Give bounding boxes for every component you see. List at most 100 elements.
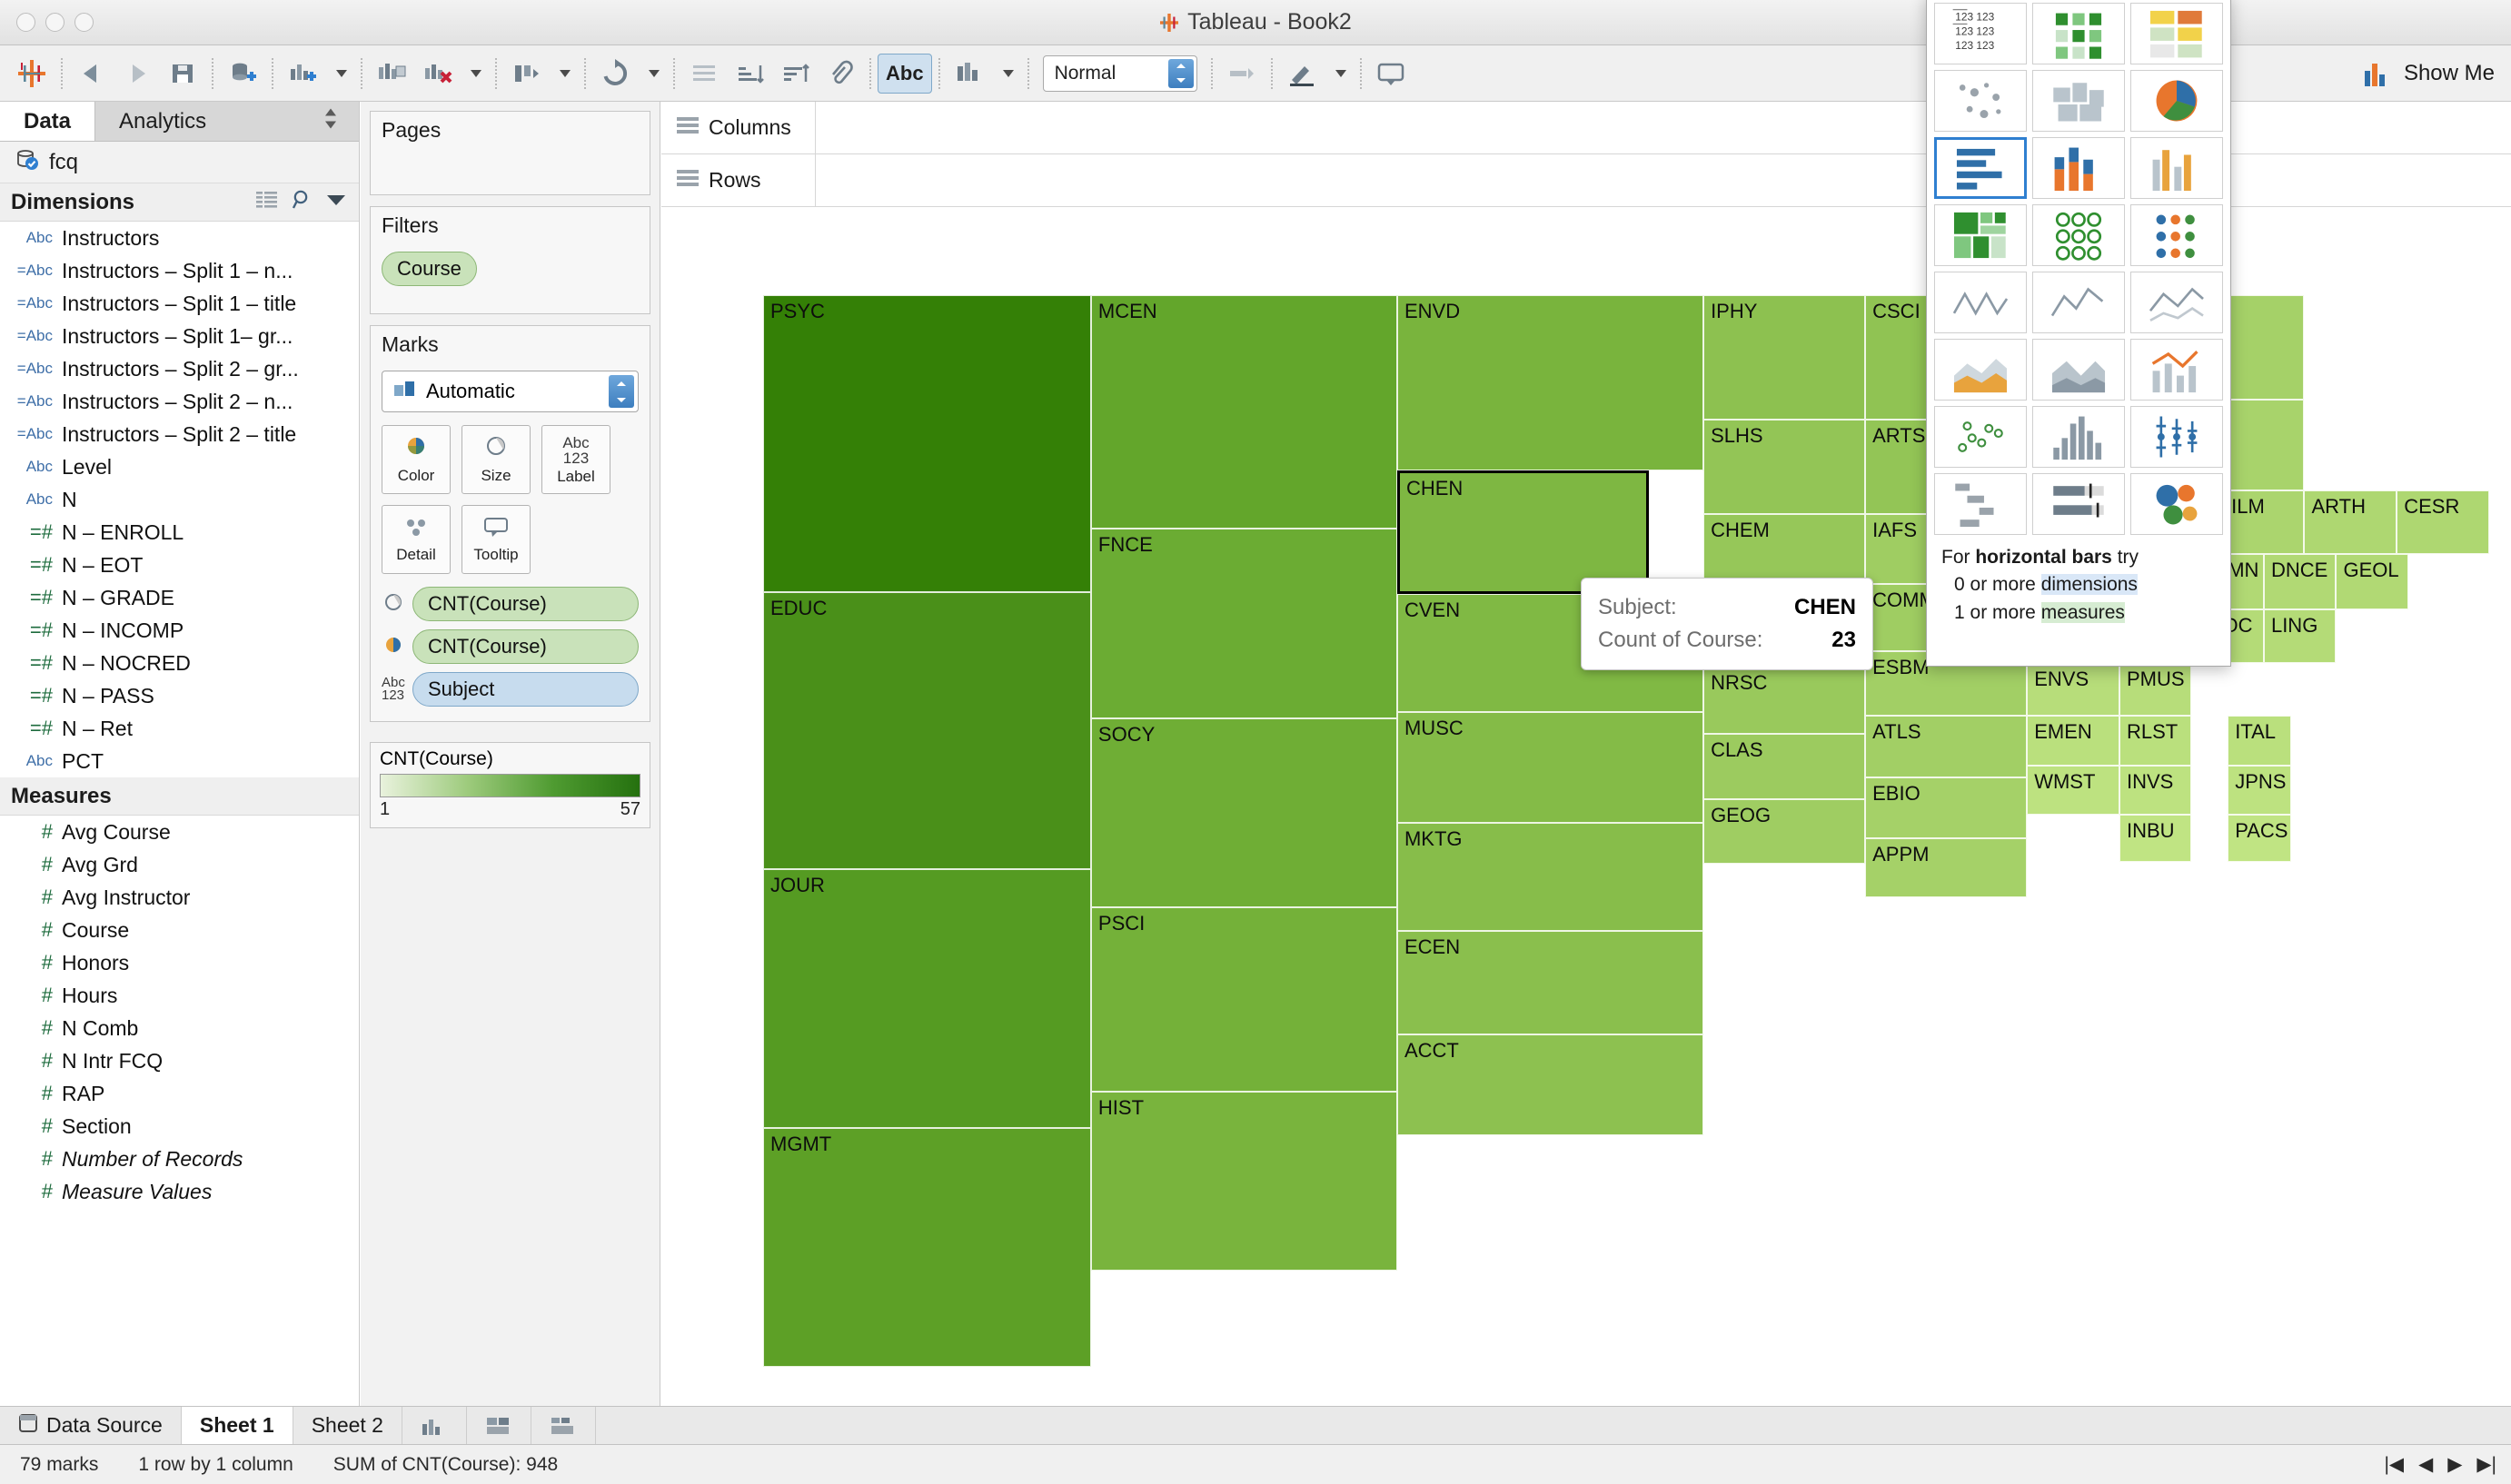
treemap-tile[interactable]: INBU xyxy=(2119,814,2192,862)
treemap-tile[interactable]: WMST xyxy=(2027,766,2119,815)
filters-shelf[interactable]: Course xyxy=(371,242,650,313)
treemap-tile[interactable]: MGMT xyxy=(763,1128,1091,1367)
measure-field-course[interactable]: # Course xyxy=(0,914,359,946)
show-me-side-by-side-circles-icon[interactable] xyxy=(2130,204,2223,266)
treemap-tile[interactable]: RLST xyxy=(2119,715,2192,767)
measure-field-honors[interactable]: # Honors xyxy=(0,946,359,979)
marks-pill-row[interactable]: CNT(Course) xyxy=(382,587,639,621)
measure-field-avg-grd[interactable]: # Avg Grd xyxy=(0,848,359,881)
treemap-tile[interactable]: ENVS xyxy=(2027,663,2119,716)
fit-stepper[interactable] xyxy=(1167,58,1194,88)
show-me-panel[interactable]: 123 123 123 123 123 123 For horizontal bar… xyxy=(1926,0,2231,667)
show-me-lines-continuous-icon[interactable] xyxy=(1934,272,2027,333)
measure-field-avg-instructor[interactable]: # Avg Instructor xyxy=(0,881,359,914)
show-me-treemap-icon[interactable] xyxy=(1934,204,2027,266)
treemap-tile[interactable]: INVS xyxy=(2119,766,2192,815)
show-me-stacked-bars-icon[interactable] xyxy=(2032,137,2125,199)
show-me-pie-chart-icon[interactable] xyxy=(2130,70,2223,132)
treemap-tile[interactable]: SOCY xyxy=(1090,718,1397,907)
treemap-tile[interactable]: FNCE xyxy=(1090,529,1397,719)
treemap-tile[interactable]: GEOG xyxy=(1703,799,1866,864)
marks-pill-size[interactable]: CNT(Course) xyxy=(412,587,639,621)
treemap-canvas[interactable]: PSYC EDUC JOUR MGMT MCEN FNCE SOCY PSCI HIST ENVD… xyxy=(661,208,2511,1406)
sheet-tab-sheet-1[interactable]: Sheet 1 xyxy=(181,1407,293,1444)
dimension-field-n-grade[interactable]: =# N – GRADE xyxy=(0,581,359,614)
marks-pill-color[interactable]: CNT(Course) xyxy=(412,629,639,664)
clear-sheet-icon[interactable] xyxy=(414,51,460,96)
treemap-tile[interactable]: LING xyxy=(2263,609,2337,664)
group-members-icon[interactable] xyxy=(681,51,727,96)
treemap-tile[interactable]: EBIO xyxy=(1865,777,2028,838)
treemap-tile[interactable]: NRSC xyxy=(1703,667,1866,735)
last-page-icon[interactable]: ▶| xyxy=(2476,1453,2496,1476)
treemap-tile[interactable]: ENVD xyxy=(1396,295,1704,470)
show-me-symbol-map-icon[interactable] xyxy=(1934,70,2027,132)
size-button[interactable]: Size xyxy=(462,425,531,494)
show-me-box-plot-icon[interactable] xyxy=(2130,406,2223,468)
dimension-field-level[interactable]: Abc Level xyxy=(0,450,359,483)
treemap-tile[interactable]: APPM xyxy=(1865,837,2028,897)
clear-sheet-dropdown-icon[interactable] xyxy=(460,51,489,96)
columns-shelf-dropzone[interactable] xyxy=(816,102,2511,153)
swap-rows-columns-icon[interactable] xyxy=(503,51,549,96)
search-icon[interactable] xyxy=(292,189,313,215)
show-me-horizontal-bars-icon[interactable] xyxy=(1934,137,2027,199)
show-me-histogram-icon[interactable] xyxy=(2032,406,2125,468)
treemap-tile[interactable]: GEOL xyxy=(2336,554,2408,610)
mark-type-dropdown[interactable]: Automatic xyxy=(382,371,639,412)
tab-analytics[interactable]: Analytics xyxy=(95,102,359,141)
new-worksheet-dropdown-icon[interactable] xyxy=(325,51,354,96)
rows-shelf-dropzone[interactable] xyxy=(816,154,2511,206)
treemap-tile[interactable]: MUSC xyxy=(1396,712,1704,824)
dimension-field-n-ret[interactable]: =# N – Ret xyxy=(0,712,359,745)
next-page-icon[interactable]: ▶ xyxy=(2447,1453,2462,1476)
show-me-heat-map-icon[interactable] xyxy=(2032,3,2125,64)
treemap-tile[interactable]: DNCE xyxy=(2263,554,2337,610)
swap-dropdown-icon[interactable] xyxy=(549,51,578,96)
treemap-tile[interactable]: SLHS xyxy=(1703,419,1866,514)
show-me-dual-lines-icon[interactable] xyxy=(2130,272,2223,333)
measures-list[interactable]: # Avg Course # Avg Grd # Avg Instructor # Cours… xyxy=(0,816,359,1208)
label-button[interactable]: Abc 123 Label xyxy=(541,425,610,494)
show-me-dual-combination-icon[interactable] xyxy=(2130,339,2223,401)
color-button[interactable]: Color xyxy=(382,425,451,494)
show-hide-cards-icon[interactable] xyxy=(947,51,992,96)
back-icon[interactable] xyxy=(69,51,114,96)
group-by-folder-icon[interactable] xyxy=(255,190,279,214)
fix-axes-icon[interactable] xyxy=(1219,51,1265,96)
show-me-bullet-graph-icon[interactable] xyxy=(2032,473,2125,535)
dimension-field-n-enroll[interactable]: =# N – ENROLL xyxy=(0,516,359,549)
dimension-field-instructors-split-1-gr[interactable]: =Abc Instructors – Split 1– gr... xyxy=(0,320,359,352)
fit-dropdown[interactable]: Normal xyxy=(1042,54,1197,92)
treemap-tile[interactable]: CESR xyxy=(2397,490,2489,555)
dimension-field-pct[interactable]: Abc PCT xyxy=(0,745,359,777)
tab-data[interactable]: Data xyxy=(0,102,96,141)
new-worksheet-tab-icon[interactable] xyxy=(402,1407,467,1444)
dimension-field-n[interactable]: Abc N xyxy=(0,483,359,516)
cards-dropdown-icon[interactable] xyxy=(992,51,1021,96)
show-me-lines-discrete-icon[interactable] xyxy=(2032,272,2125,333)
fit-selector[interactable]: Normal xyxy=(1036,51,1205,96)
measure-field-rap[interactable]: # RAP xyxy=(0,1077,359,1110)
tooltip-button[interactable]: Tooltip xyxy=(462,505,531,574)
refresh-dropdown-icon[interactable] xyxy=(638,51,667,96)
measure-field-hours[interactable]: # Hours xyxy=(0,979,359,1012)
show-me-area-discrete-icon[interactable] xyxy=(2032,339,2125,401)
save-icon[interactable] xyxy=(160,51,205,96)
duplicate-sheet-icon[interactable] xyxy=(369,51,414,96)
show-me-grid[interactable]: 123 123 123 123 123 123 xyxy=(1934,3,2223,535)
treemap-tile[interactable]: EMEN xyxy=(2027,715,2119,767)
presentation-mode-icon[interactable] xyxy=(1368,51,1414,96)
dimension-field-instructors-split-2-title[interactable]: =Abc Instructors – Split 2 – title xyxy=(0,418,359,450)
dimension-field-instructors-split-2-n[interactable]: =Abc Instructors – Split 2 – n... xyxy=(0,385,359,418)
show-me-packed-bubbles-icon[interactable] xyxy=(2130,473,2223,535)
prev-page-icon[interactable]: ◀ xyxy=(2418,1453,2433,1476)
measure-field-n-intr-fcq[interactable]: # N Intr FCQ xyxy=(0,1044,359,1077)
show-me-gantt-icon[interactable] xyxy=(1934,473,2027,535)
sheet-tab-sheet-2[interactable]: Sheet 2 xyxy=(293,1407,402,1444)
treemap-tile[interactable]: ECEN xyxy=(1396,930,1704,1035)
dimension-field-instructors-split-2-gr[interactable]: =Abc Instructors – Split 2 – gr... xyxy=(0,352,359,385)
dimension-field-instructors[interactable]: Abc Instructors xyxy=(0,222,359,254)
dimension-field-n-nocred[interactable]: =# N – NOCRED xyxy=(0,647,359,679)
pages-shelf[interactable] xyxy=(371,147,650,194)
